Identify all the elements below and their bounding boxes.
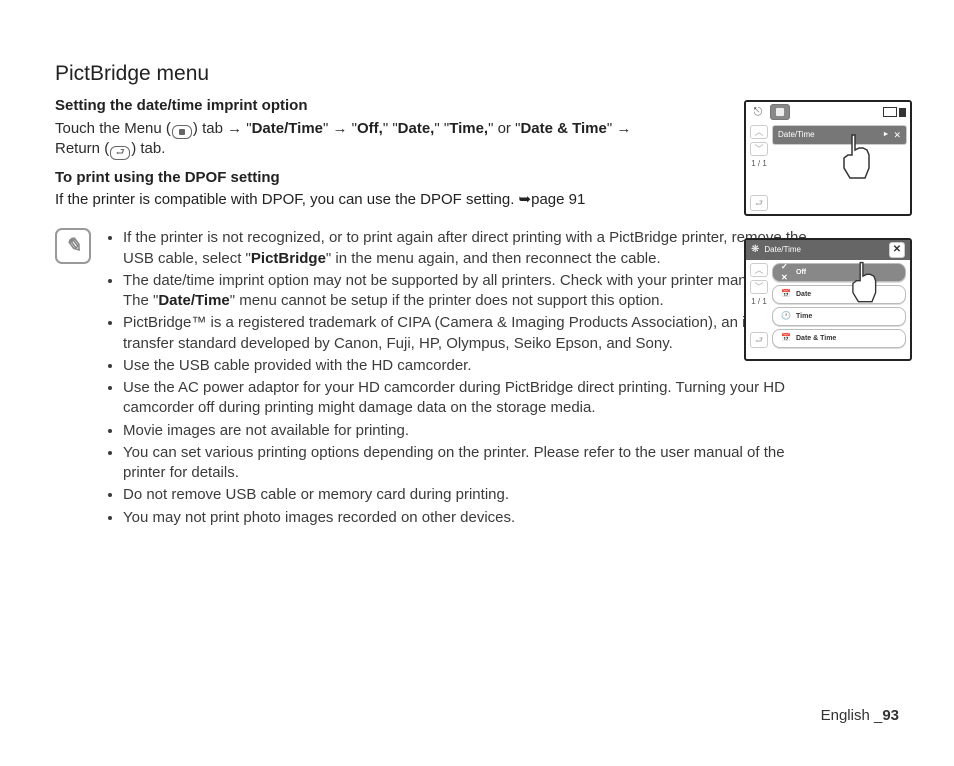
option-label: Time xyxy=(796,312,812,321)
dpof-text: If the printer is compatible with DPOF, … xyxy=(55,191,519,208)
note-icon: ✎ xyxy=(55,228,91,264)
list-item: You may not print photo images recorded … xyxy=(123,508,825,528)
check-cross-icon: ✓ ✕ xyxy=(781,262,791,284)
option-date-and-time[interactable]: 📅 Date & Time xyxy=(772,329,906,348)
arrow-icon: → xyxy=(616,120,631,137)
page-ref: page 91 xyxy=(531,191,585,208)
list-item: Do not remove USB cable or memory card d… xyxy=(123,485,825,505)
scroll-up-button[interactable]: ︿ xyxy=(750,125,768,139)
option-label: Date & Time xyxy=(796,334,836,343)
arrow-icon: → xyxy=(333,120,348,137)
opt-date: Date, xyxy=(398,120,435,137)
gear-icon: ❋ xyxy=(751,243,759,257)
list-item: PictBridge™ is a registered trademark of… xyxy=(123,313,825,354)
option-label: Date xyxy=(796,290,811,299)
note-post: " menu cannot be setup if the printer do… xyxy=(230,292,664,309)
scroll-up-button[interactable]: ︿ xyxy=(750,263,768,277)
footer-lang: English xyxy=(821,707,874,724)
submenu-title: Date/Time xyxy=(764,245,801,256)
intro-touch: Touch the Menu ( xyxy=(55,120,171,137)
option-label: Off xyxy=(796,268,806,277)
hand-pointer-icon xyxy=(842,258,892,308)
calendar-icon: 📅 xyxy=(781,289,791,300)
notes-list: If the printer is not recognized, or to … xyxy=(103,228,825,530)
hand-pointer-icon xyxy=(832,130,887,185)
intro-return: Return ( xyxy=(55,140,109,157)
pager-label: 1 / 1 xyxy=(750,159,768,170)
list-item: Movie images are not available for print… xyxy=(123,421,825,441)
note-bold: Date/Time xyxy=(158,292,229,309)
ui-screenshot-datetime-options: ❋ Date/Time ✕ ︿ ﹀ 1 / 1 ⮐ ✓ ✕ Off xyxy=(744,238,912,361)
close-button[interactable]: ✕ xyxy=(889,242,905,258)
menu-tab-icon xyxy=(172,125,192,139)
calendar-icon: 📅 xyxy=(781,333,791,344)
clock-icon: 🕐 xyxy=(781,311,791,322)
cross-icon: ✕ xyxy=(893,129,901,141)
page-title: PictBridge menu xyxy=(55,60,825,88)
intro-or: or xyxy=(493,120,515,137)
page-ref-arrow-icon: ➥ xyxy=(519,191,532,208)
return-tab-icon: ⮐ xyxy=(110,146,130,160)
note-bold: PictBridge xyxy=(251,250,326,267)
opt-date-and-time: Date & Time xyxy=(520,120,606,137)
battery-status-icon xyxy=(883,107,906,117)
return-button[interactable]: ⮐ xyxy=(750,195,768,211)
list-item: The date/time imprint option may not be … xyxy=(123,271,825,312)
menu-tab-icon[interactable] xyxy=(770,104,790,120)
note-post: " in the menu again, and then reconnect … xyxy=(326,250,661,267)
return-button[interactable]: ⮐ xyxy=(750,332,768,348)
pager-label: 1 / 1 xyxy=(750,297,768,308)
list-item: Use the AC power adaptor for your HD cam… xyxy=(123,378,825,419)
arrow-icon: → xyxy=(227,120,242,137)
opt-date-time: Date/Time xyxy=(252,120,323,137)
list-item: If the printer is not recognized, or to … xyxy=(123,228,825,269)
intro-return-after: ) tab. xyxy=(131,140,165,157)
subheading-imprint: Setting the date/time imprint option xyxy=(55,96,825,116)
opt-time: Time, xyxy=(449,120,488,137)
ui-screenshot-menu: ⎋ ︿ ﹀ 1 / 1 ⮐ Date/Time ► xyxy=(744,100,912,216)
option-time[interactable]: 🕐 Time xyxy=(772,307,906,326)
intro-tab-after: ) tab xyxy=(193,120,227,137)
subheading-dpof: To print using the DPOF setting xyxy=(55,168,825,188)
footer-page-number: 93 xyxy=(882,707,899,724)
page-footer: English _93 xyxy=(821,706,899,726)
row-label: Date/Time xyxy=(778,130,815,141)
intro-text: Touch the Menu () tab → "Date/Time" → "O… xyxy=(55,119,825,160)
dpof-line: If the printer is compatible with DPOF, … xyxy=(55,190,825,210)
opt-off: Off, xyxy=(357,120,383,137)
scroll-down-button[interactable]: ﹀ xyxy=(750,142,768,156)
scroll-down-button[interactable]: ﹀ xyxy=(750,280,768,294)
list-item: Use the USB cable provided with the HD c… xyxy=(123,356,825,376)
pictbridge-logo-icon: ⎋ xyxy=(750,104,766,120)
list-item: You can set various printing options dep… xyxy=(123,443,825,484)
